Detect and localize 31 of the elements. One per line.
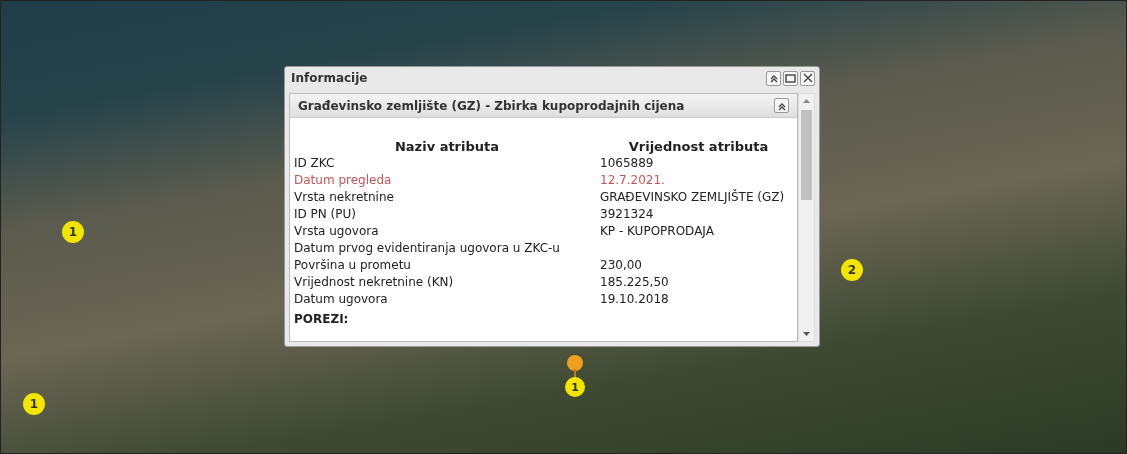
scrollbar[interactable] bbox=[798, 93, 815, 342]
map-pin[interactable]: 1 bbox=[563, 354, 587, 398]
maximize-icon bbox=[785, 73, 796, 83]
section-heading: POREZI: bbox=[294, 312, 349, 326]
attribute-name: Vrijednost nekretnine (KN) bbox=[294, 274, 455, 291]
close-icon bbox=[802, 73, 813, 83]
section-collapse-button[interactable] bbox=[774, 98, 789, 113]
attribute-value: 19.10.2018 bbox=[600, 291, 670, 308]
attribute-name: Površina u prometu bbox=[294, 257, 412, 274]
attribute-value: 1065889 bbox=[600, 155, 655, 172]
popup-title: Informacije bbox=[291, 71, 369, 85]
column-header: Vrijednost atributa bbox=[627, 138, 770, 155]
column-header: Naziv atributa bbox=[393, 138, 501, 155]
attribute-name: Datum ugovora bbox=[294, 291, 389, 308]
attribute-name: Vrsta nekretnine bbox=[294, 189, 395, 206]
attribute-value: 185.225,50 bbox=[600, 274, 670, 291]
collapse-button[interactable] bbox=[766, 70, 781, 86]
attribute-value: 230,00 bbox=[600, 257, 643, 274]
attribute-name: Vrsta ugovora bbox=[294, 223, 380, 240]
close-button[interactable] bbox=[800, 70, 815, 86]
attribute-value: KP - KUPOPRODAJA bbox=[600, 223, 715, 240]
attribute-name: Datum pregleda bbox=[294, 172, 393, 189]
attribute-value: 3921324 bbox=[600, 206, 655, 223]
attribute-value: 12.7.2021. bbox=[600, 172, 666, 189]
section-title: Građevinsko zemljište (GZ) - Zbirka kupoprodajnih cijena bbox=[298, 98, 686, 113]
attribute-name: ID ZKC bbox=[294, 155, 336, 172]
scroll-thumb[interactable] bbox=[801, 110, 812, 200]
maximize-button[interactable] bbox=[783, 70, 798, 86]
attribute-name: ID PN (PU) bbox=[294, 206, 357, 223]
attribute-value: GRAĐEVINSKO ZEMLJIŠTE (GZ) bbox=[600, 189, 786, 206]
attribute-name: Datum prvog evidentiranja ugovora u ZKC-u bbox=[294, 240, 561, 257]
